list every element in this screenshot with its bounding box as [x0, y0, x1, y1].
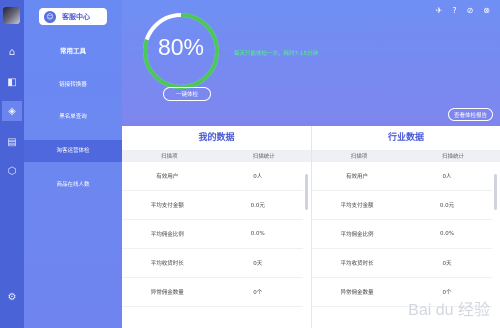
one-click-check-button[interactable]: 一键体检: [163, 87, 211, 101]
row-label: 平均佣金比例: [150, 232, 184, 238]
row-value: 0人: [442, 174, 452, 180]
row-value: 0个: [442, 290, 452, 296]
document-icon[interactable]: ▤: [2, 132, 22, 152]
tools-menu: ☺ 客服中心 常用工具 链接转换器 黑名单查询 淘客运营体检 商品在线人数: [24, 0, 122, 328]
table-row: 平均支付金额 0.0元: [312, 191, 492, 220]
scrollbar[interactable]: [305, 174, 308, 210]
table-row: 平均佣金比例 0.0%: [122, 220, 303, 249]
avatar[interactable]: [3, 7, 20, 24]
service-center-button[interactable]: ☺ 客服中心: [39, 8, 107, 25]
menu-item-online-users[interactable]: 商品在线人数: [24, 174, 122, 196]
table-row: 平均收货时长 0天: [122, 249, 303, 278]
chart-icon[interactable]: ◧: [2, 72, 22, 92]
menu-item-link-converter[interactable]: 链接转换器: [24, 74, 122, 96]
row-label: 平均支付金额: [340, 203, 374, 209]
row-value: 0天: [442, 261, 452, 267]
icon-rail: ⌂ ◧ ◈ ▤ ⬡ ⚙: [0, 0, 24, 328]
row-value: 0.0%: [440, 231, 454, 237]
bird-icon[interactable]: ✈: [436, 6, 443, 15]
cube-icon[interactable]: ⬡: [2, 161, 22, 181]
view-report-button[interactable]: 查看体检报告: [447, 108, 493, 121]
help-icon[interactable]: ?: [452, 6, 456, 15]
close-icon[interactable]: ⊗: [483, 6, 490, 15]
column-header: 扫描统计: [252, 154, 275, 160]
row-label: 有效用户: [156, 174, 179, 180]
score-value: 80%: [157, 34, 205, 60]
industry-data-panel: 行业数据 扫描项 扫描统计 有效用户 0人 平均支付金额 0.0元 平均佣金比例 0.…: [311, 126, 500, 328]
row-label: 平均支付金额: [150, 203, 184, 209]
column-header: 扫描项: [160, 154, 178, 160]
watermark: Bai du 经验: [408, 302, 490, 319]
column-header: 扫描统计: [441, 154, 464, 160]
row-label: 异常佣金数量: [340, 290, 374, 296]
industry-data-title: 行业数据: [387, 133, 424, 143]
scrollbar[interactable]: [494, 174, 497, 210]
service-center-label: 客服中心: [62, 12, 90, 21]
industry-data-header: 扫描项 扫描统计: [312, 150, 500, 162]
settings-icon[interactable]: ⚙: [2, 287, 22, 307]
row-label: 平均收货时长: [150, 261, 184, 267]
skin-icon[interactable]: ⊘: [467, 6, 474, 15]
score-gauge: 80%: [140, 10, 222, 92]
row-value: 0.0%: [250, 231, 265, 237]
table-row: 有效用户 0人: [122, 162, 303, 191]
row-value: 0.0元: [250, 203, 265, 209]
my-data-title: 我的数据: [198, 133, 235, 143]
my-data-panel: 我的数据 扫描项 扫描统计 有效用户 0人 平均支付金额 0.0元 平均佣金比例 0.…: [122, 126, 311, 328]
row-label: 有效用户: [345, 174, 368, 180]
my-data-header: 扫描项 扫描统计: [122, 150, 311, 162]
window-controls: ✈ ? ⊘ ⊗: [436, 6, 490, 15]
tools-header: 常用工具: [60, 47, 86, 55]
table-row: 异常佣金数量 0个: [122, 278, 303, 307]
checkup-tip: 每天只能体检一次，耗时7-15分钟: [234, 51, 318, 57]
row-value: 0人: [253, 174, 263, 180]
row-label: 异常佣金数量: [150, 290, 184, 296]
box-icon[interactable]: ◈: [2, 101, 22, 121]
table-row: 有效用户 0人: [312, 162, 492, 191]
row-label: 平均收货时长: [340, 261, 374, 267]
row-value: 0.0元: [439, 203, 455, 209]
home-icon[interactable]: ⌂: [2, 42, 22, 62]
table-row: 平均支付金额 0.0元: [122, 191, 303, 220]
row-value: 0天: [253, 261, 263, 267]
row-label: 平均佣金比例: [340, 232, 374, 238]
headset-icon: ☺: [44, 10, 56, 23]
menu-item-blacklist-query[interactable]: 黑名单查询: [24, 106, 122, 128]
checkup-header: 80% 一键体检 每天只能体检一次，耗时7-15分钟 ✈ ? ⊘ ⊗ 查看体检报…: [122, 0, 500, 126]
table-row: 平均收货时长 0天: [312, 249, 492, 278]
menu-item-ops-checkup[interactable]: 淘客运营体检: [24, 140, 122, 162]
column-header: 扫描项: [350, 154, 368, 160]
row-value: 0个: [253, 290, 263, 296]
table-row: 平均佣金比例 0.0%: [312, 220, 492, 249]
